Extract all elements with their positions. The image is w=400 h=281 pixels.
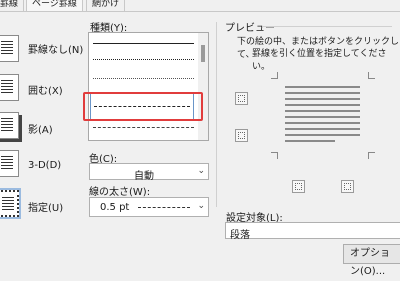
apply-to-value: 段落 — [230, 230, 250, 241]
style-listbox[interactable] — [88, 32, 209, 141]
setting-custom-icon[interactable] — [0, 188, 21, 219]
scrollbar-thumb[interactable] — [201, 45, 205, 62]
preview-corner-tr — [368, 72, 375, 79]
color-value: 自動 — [134, 171, 154, 182]
width-sample-line — [138, 207, 190, 208]
preview-rule — [262, 26, 392, 27]
setting-none-label[interactable]: 罫線なし(N) — [28, 41, 83, 56]
setting-box-label[interactable]: 囲む(X) — [28, 82, 63, 97]
preview-text-line — [285, 128, 360, 130]
setting-shadow-label[interactable]: 影(A) — [28, 121, 53, 136]
preview-text-line — [285, 98, 360, 100]
options-button[interactable]: オプション(O)... — [343, 244, 400, 277]
width-label: 線の太さ(W): — [89, 187, 151, 198]
tab-divider — [0, 11, 400, 12]
color-dropdown[interactable]: 自動 ⌄ — [89, 163, 209, 182]
style-item-solid[interactable] — [93, 43, 194, 44]
preview-text-line — [285, 86, 360, 88]
preview-text-line — [285, 92, 360, 94]
preview-text-line — [285, 122, 360, 124]
preview-text-line — [285, 140, 335, 142]
preview-text-line — [285, 134, 360, 136]
setting-3d-icon[interactable] — [0, 150, 19, 177]
setting-shadow-icon[interactable] — [0, 112, 19, 139]
preview-text-line — [285, 110, 360, 112]
setting-box-icon[interactable] — [0, 74, 19, 101]
style-item-fine-dotted[interactable] — [93, 78, 194, 79]
preview-corner-bl — [271, 152, 278, 159]
preview-corner-br — [368, 152, 375, 159]
highlight-box — [83, 92, 203, 121]
bottom-border-button[interactable] — [235, 129, 248, 142]
right-border-button[interactable] — [341, 180, 354, 193]
style-item-dotted[interactable] — [93, 59, 194, 60]
top-border-button[interactable] — [235, 92, 248, 105]
setting-custom-label[interactable]: 指定(U) — [28, 199, 63, 214]
chevron-down-icon: ⌄ — [197, 166, 205, 176]
preview-text-line — [285, 116, 360, 118]
preview-instruction-line2: 罫線を引く位置を指定してください。 — [252, 49, 387, 72]
left-border-button[interactable] — [292, 180, 305, 193]
style-item-dash-dot[interactable] — [93, 127, 194, 128]
chevron-down-icon: ⌄ — [197, 201, 205, 211]
setting-3d-label[interactable]: 3-D(D) — [28, 160, 61, 171]
preview-text-line — [285, 104, 360, 106]
width-value: 0.5 pt — [100, 202, 130, 213]
preview-divider — [216, 22, 217, 207]
setting-none-icon[interactable] — [0, 35, 19, 62]
apply-to-dropdown[interactable]: 段落 — [225, 222, 400, 241]
width-dropdown[interactable]: 0.5 pt ⌄ — [89, 197, 209, 217]
style-list-scrollbar[interactable] — [198, 33, 208, 140]
preview-corner-tl — [271, 72, 278, 79]
